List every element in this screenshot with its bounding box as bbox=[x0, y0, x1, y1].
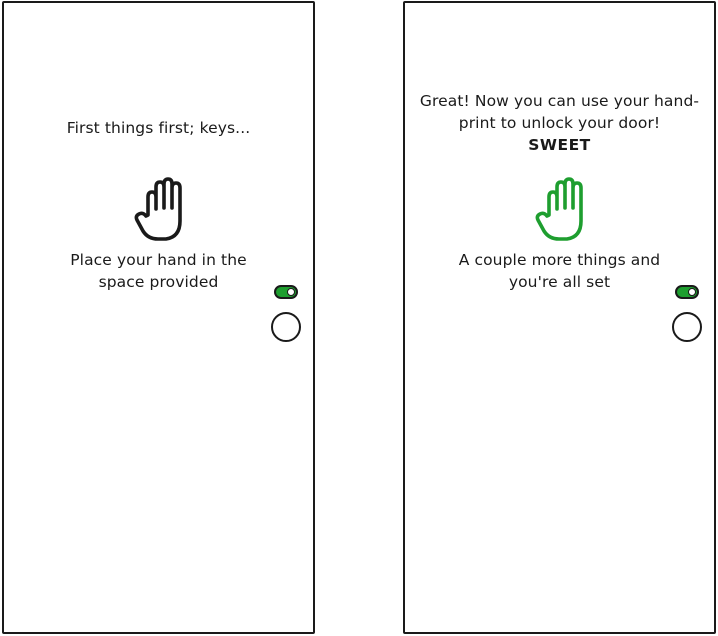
enable-toggle[interactable] bbox=[675, 285, 699, 299]
instruction-line-1: Place your hand in the bbox=[70, 251, 247, 269]
circle-button[interactable] bbox=[672, 312, 702, 342]
circle-button[interactable] bbox=[271, 312, 301, 342]
instruction-line-1: A couple more things and bbox=[458, 251, 661, 269]
heading-line-2: print to unlock your door! bbox=[458, 114, 661, 132]
raised-hand-icon bbox=[134, 175, 196, 243]
instruction-text: A couple more things and you're all set bbox=[405, 249, 714, 293]
onboarding-screen-success: Great! Now you can use your hand- print … bbox=[403, 1, 716, 634]
success-word: SWEET bbox=[528, 136, 591, 154]
toggle-knob bbox=[688, 288, 696, 296]
instruction-line-2: space provided bbox=[98, 273, 219, 291]
onboarding-screen-keys: First things first; keys... Place your h… bbox=[2, 1, 315, 634]
heading-line-1: Great! Now you can use your hand- bbox=[419, 92, 700, 110]
enable-toggle[interactable] bbox=[274, 285, 298, 299]
page-title: First things first; keys... bbox=[66, 119, 251, 137]
instruction-text: Place your hand in the space provided bbox=[4, 249, 313, 293]
raised-hand-icon bbox=[535, 175, 597, 243]
page-title: Great! Now you can use your hand- print … bbox=[405, 90, 714, 156]
instruction-line-2: you're all set bbox=[508, 273, 611, 291]
toggle-knob bbox=[287, 288, 295, 296]
